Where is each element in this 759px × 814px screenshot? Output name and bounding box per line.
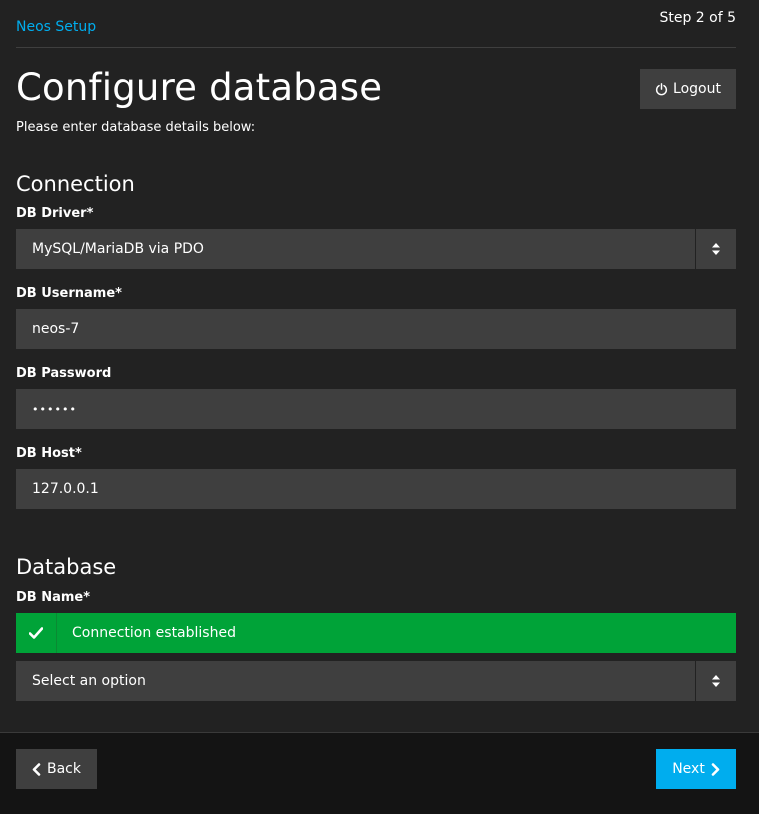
- db-host-label: DB Host*: [16, 446, 82, 461]
- brand-link[interactable]: Neos Setup: [16, 19, 96, 35]
- db-password-input[interactable]: ••••••: [16, 389, 736, 429]
- db-username-label: DB Username*: [16, 286, 122, 301]
- next-button[interactable]: Next: [656, 749, 736, 789]
- page-subtitle: Please enter database details below:: [16, 120, 256, 135]
- connection-heading: Connection: [16, 172, 135, 196]
- db-password-label: DB Password: [16, 366, 112, 381]
- db-username-value: neos-7: [32, 321, 80, 337]
- checkmark-icon: [16, 613, 57, 653]
- chevron-left-icon: [32, 762, 41, 776]
- db-password-value: ••••••: [32, 402, 77, 416]
- db-host-value: 127.0.0.1: [32, 481, 99, 497]
- db-driver-value: MySQL/MariaDB via PDO: [32, 241, 204, 257]
- sort-arrows-icon[interactable]: [695, 229, 736, 269]
- next-label: Next: [672, 761, 705, 777]
- step-indicator: Step 2 of 5: [659, 10, 736, 26]
- power-icon: [655, 82, 668, 95]
- db-host-input[interactable]: 127.0.0.1: [16, 469, 736, 509]
- sort-arrows-icon[interactable]: [695, 661, 736, 701]
- back-label: Back: [47, 761, 81, 777]
- chevron-right-icon: [711, 762, 720, 776]
- db-name-select-value: Select an option: [32, 673, 146, 689]
- connection-status-text: Connection established: [72, 625, 236, 641]
- database-heading: Database: [16, 555, 117, 579]
- connection-status-banner: Connection established: [16, 613, 736, 653]
- db-username-input[interactable]: neos-7: [16, 309, 736, 349]
- page-title: Configure database: [16, 66, 383, 109]
- db-driver-label: DB Driver*: [16, 206, 94, 221]
- logout-button[interactable]: Logout: [640, 69, 736, 109]
- top-header: Neos Setup Step 2 of 5: [16, 0, 736, 48]
- db-name-select[interactable]: Select an option: [16, 661, 736, 701]
- logout-label: Logout: [673, 81, 721, 97]
- footer-bar: Back Next: [0, 732, 759, 814]
- db-name-label: DB Name*: [16, 590, 91, 605]
- db-driver-select[interactable]: MySQL/MariaDB via PDO: [16, 229, 736, 269]
- back-button[interactable]: Back: [16, 749, 97, 789]
